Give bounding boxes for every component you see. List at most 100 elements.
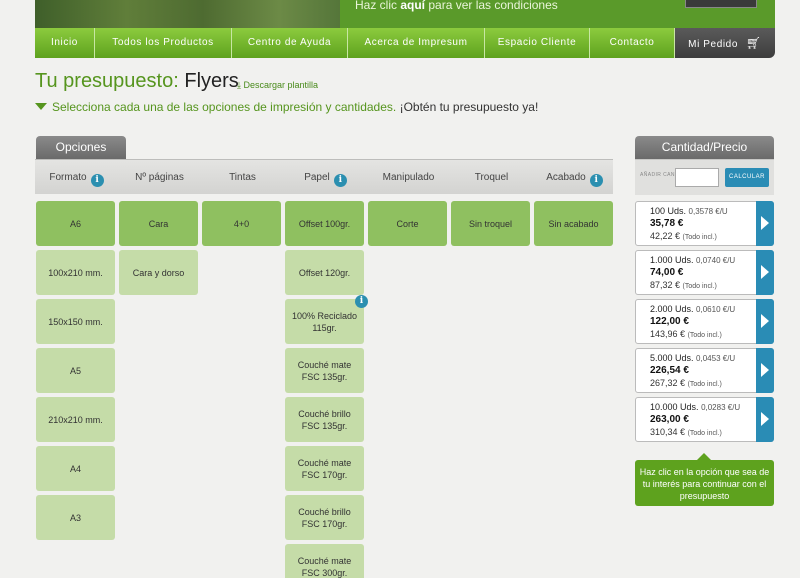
option-papel[interactable]: Couché mate FSC 300gr.: [285, 544, 364, 578]
option-papel[interactable]: Couché brillo FSC 170gr.: [285, 495, 364, 540]
product-name: Flyers: [184, 70, 239, 92]
option-formato[interactable]: A6: [36, 201, 115, 246]
chevron-right-icon[interactable]: [756, 299, 774, 344]
options-tab: Opciones: [36, 136, 126, 159]
price-total-line: 87,32 € (Todo incl.): [650, 280, 717, 290]
header-papel-label: Papel: [304, 172, 330, 183]
page-title: Tu presupuesto: Flyers: [35, 70, 239, 93]
title-prefix: Tu presupuesto:: [35, 70, 185, 92]
calculate-button[interactable]: CALCULAR: [725, 168, 769, 187]
nav-item-ayuda[interactable]: Centro de Ayuda: [232, 28, 348, 58]
unit-price: 0,0610 €/U: [696, 305, 736, 314]
hint-tooltip: Haz clic en la opción que sea de tu inte…: [635, 453, 774, 506]
main-nav: Inicio Todos los Productos Centro de Ayu…: [35, 28, 775, 58]
price-total-note: (Todo incl.): [682, 234, 717, 241]
nav-item-contacto[interactable]: Contacto: [590, 28, 675, 58]
my-order-label: Mi Pedido: [688, 39, 739, 50]
option-papel[interactable]: Couché mate FSC 135gr.: [285, 348, 364, 393]
instructions-dark: ¡Obtén tu presupuesto ya!: [396, 100, 539, 114]
header-troquel: Troquel: [474, 172, 509, 183]
option-paginas[interactable]: Cara y dorso: [119, 250, 198, 295]
option-papel[interactable]: Couché brillo FSC 135gr.: [285, 397, 364, 442]
quantity-form: AÑADIR CANTIDAD CALCULAR: [635, 159, 774, 195]
header-papel: Papel i: [284, 160, 367, 195]
option-paginas[interactable]: Cara: [119, 201, 198, 246]
price-total-line: 267,32 € (Todo incl.): [650, 378, 722, 388]
options-header: Formato i Nº páginas Tintas Papel i Manipu…: [35, 159, 613, 194]
price-total-note: (Todo incl.): [687, 332, 722, 339]
option-troquel[interactable]: Sin troquel: [451, 201, 530, 246]
price-option[interactable]: 100 Uds. 0,3578 €/U 35,78 € 42,22 € (Tod…: [635, 201, 774, 246]
quantity-tab: Cantidad/Precio: [635, 136, 774, 159]
unit-price: 0,0283 €/U: [701, 403, 741, 412]
option-manipulado[interactable]: Corte: [368, 201, 447, 246]
header-acabado-label: Acabado: [546, 172, 586, 183]
chevron-right-icon[interactable]: [756, 250, 774, 295]
my-order-button[interactable]: Mi Pedido 🛒︎: [675, 28, 775, 58]
unit-price: 0,0740 €/U: [696, 256, 736, 265]
download-icon: ⤓: [237, 80, 241, 90]
price-units: 1.000 Uds.: [650, 255, 694, 265]
header-tintas: Tintas: [229, 172, 256, 183]
option-papel[interactable]: Offset 100gr.: [285, 201, 364, 246]
option-papel[interactable]: Couché mate FSC 170gr.: [285, 446, 364, 491]
option-formato[interactable]: 150x150 mm.: [36, 299, 115, 344]
header-paginas: Nº páginas: [135, 172, 184, 183]
option-acabado[interactable]: Sin acabado: [534, 201, 613, 246]
option-papel[interactable]: 100% Reciclado 115gr. i: [285, 295, 368, 344]
price-option[interactable]: 2.000 Uds. 0,0610 €/U 122,00 € 143,96 € …: [635, 299, 774, 344]
option-formato[interactable]: A4: [36, 446, 115, 491]
price-units-line: 2.000 Uds. 0,0610 €/U: [650, 304, 735, 314]
price-value: 35,78 €: [650, 218, 684, 229]
price-total: 42,22 €: [650, 231, 681, 241]
option-tintas[interactable]: 4+0: [202, 201, 281, 246]
unit-price: 0,0453 €/U: [696, 354, 736, 363]
info-icon[interactable]: i: [333, 174, 347, 187]
nav-item-cliente[interactable]: Espacio Cliente: [485, 28, 590, 58]
price-total: 310,34 €: [650, 427, 686, 437]
price-value: 122,00 €: [650, 316, 689, 327]
option-formato[interactable]: A3: [36, 495, 115, 540]
header-acabado: Acabado i: [533, 160, 616, 195]
price-value: 74,00 €: [650, 267, 684, 278]
price-option[interactable]: 1.000 Uds. 0,0740 €/U 74,00 € 87,32 € (T…: [635, 250, 774, 295]
cart-icon: 🛒︎: [746, 36, 762, 50]
price-total-line: 42,22 € (Todo incl.): [650, 231, 717, 241]
option-formato[interactable]: A5: [36, 348, 115, 393]
option-papel[interactable]: Offset 120gr.: [285, 250, 364, 295]
info-icon[interactable]: i: [589, 174, 603, 187]
nav-item-acerca[interactable]: Acerca de Impresum: [348, 28, 485, 58]
price-total-line: 143,96 € (Todo incl.): [650, 329, 722, 339]
conditions-text-bold[interactable]: aquí: [400, 0, 425, 12]
price-option[interactable]: 10.000 Uds. 0,0283 €/U 263,00 € 310,34 €…: [635, 397, 774, 442]
option-formato[interactable]: 210x210 mm.: [36, 397, 115, 442]
conditions-text-post: para ver las condiciones: [425, 0, 558, 12]
conditions-text-pre: Haz clic: [355, 0, 401, 12]
download-template-link[interactable]: ⤓ Descargar plantilla: [237, 80, 318, 91]
price-units-line: 5.000 Uds. 0,0453 €/U: [650, 353, 735, 363]
price-units-line: 10.000 Uds. 0,0283 €/U: [650, 402, 740, 412]
price-total-note: (Todo incl.): [687, 430, 722, 437]
price-total-note: (Todo incl.): [682, 283, 717, 290]
header-manipulado: Manipulado: [382, 172, 435, 183]
info-icon[interactable]: i: [355, 295, 368, 308]
instructions-green: Selecciona cada una de las opciones de i…: [52, 100, 397, 114]
nav-item-productos[interactable]: Todos los Productos: [95, 28, 232, 58]
price-value: 263,00 €: [650, 414, 689, 425]
price-units: 2.000 Uds.: [650, 304, 694, 314]
download-label: Descargar plantilla: [243, 80, 319, 90]
triangle-down-icon: [35, 103, 47, 110]
price-units: 100 Uds.: [650, 206, 687, 216]
chevron-right-icon[interactable]: [756, 397, 774, 442]
conditions-link[interactable]: Haz clic aquí para ver las condiciones: [355, 0, 558, 12]
price-value: 226,54 €: [650, 365, 689, 376]
price-option[interactable]: 5.000 Uds. 0,0453 €/U 226,54 € 267,32 € …: [635, 348, 774, 393]
chevron-right-icon[interactable]: [756, 348, 774, 393]
option-formato[interactable]: 100x210 mm.: [36, 250, 115, 295]
quantity-input[interactable]: [675, 168, 719, 187]
price-total-note: (Todo incl.): [687, 381, 722, 388]
info-icon[interactable]: i: [90, 174, 104, 187]
chevron-right-icon[interactable]: [756, 201, 774, 246]
banner-button[interactable]: [685, 0, 757, 8]
nav-item-inicio[interactable]: Inicio: [35, 28, 95, 58]
